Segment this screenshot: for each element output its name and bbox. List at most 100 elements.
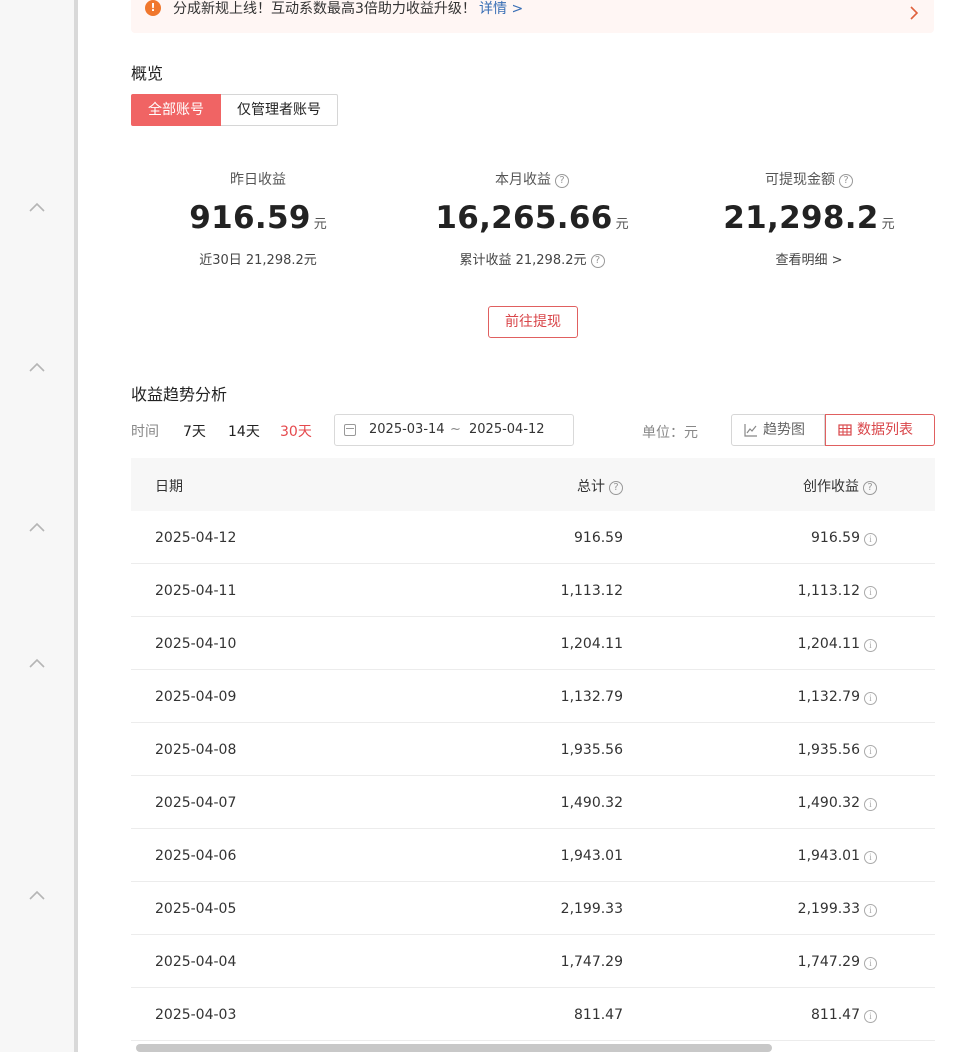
info-icon[interactable]: i <box>864 957 877 970</box>
stat-value: 21,298.2 <box>723 200 879 236</box>
cell-creation: 1,132.79 <box>797 689 860 705</box>
sidebar-divider <box>74 0 78 1052</box>
stat-sub: 近30日 21,298.2元 <box>199 253 317 268</box>
info-icon[interactable]: i <box>864 798 877 811</box>
cell-date: 2025-04-06 <box>155 848 237 864</box>
calendar-icon <box>344 424 356 436</box>
horizontal-scrollbar[interactable] <box>136 1044 772 1052</box>
stat-withdrawable: 可提现金额? 21,298.2 元 查看明细 > <box>679 170 939 270</box>
table-row: 2025-04-09 1,132.79 1,132.79 i <box>131 670 935 723</box>
cell-creation: 916.59 <box>811 530 860 546</box>
overview-title: 概览 <box>131 64 164 83</box>
stat-unit: 元 <box>615 217 629 232</box>
table-row: 2025-04-10 1,204.11 1,204.11 i <box>131 617 935 670</box>
chevron-up-icon[interactable] <box>28 200 46 214</box>
stat-this-month: 本月收益? 16,265.66 元 累计收益 21,298.2元? <box>402 170 662 270</box>
cell-creation: 811.47 <box>811 1007 860 1023</box>
notice-message: 分成新规上线！互动系数最高3倍助力收益升级！ <box>173 1 476 17</box>
cell-total: 2,199.33 <box>560 901 623 917</box>
header-creation: 创作收益 <box>803 479 859 495</box>
table-header: 日期 总计? 创作收益? <box>131 458 935 511</box>
chevron-up-icon[interactable] <box>28 656 46 670</box>
info-icon[interactable]: i <box>864 586 877 599</box>
info-icon[interactable]: i <box>864 851 877 864</box>
table-row: 2025-04-08 1,935.56 1,935.56 i <box>131 723 935 776</box>
cell-date: 2025-04-10 <box>155 636 237 652</box>
earnings-table: 日期 总计? 创作收益? 2025-04-12 916.59 916.59 i 2025… <box>131 458 935 1041</box>
table-icon <box>838 424 852 436</box>
data-list-label: 数据列表 <box>857 422 913 438</box>
trend-title: 收益趋势分析 <box>131 385 228 404</box>
help-icon[interactable]: ? <box>863 481 877 495</box>
line-chart-icon <box>744 424 757 437</box>
stat-label: 本月收益 <box>495 172 551 188</box>
cell-total: 1,935.56 <box>560 742 623 758</box>
cell-total: 1,204.11 <box>560 636 623 652</box>
range-14-days[interactable]: 14天 <box>228 421 260 441</box>
cell-total: 1,113.12 <box>560 583 623 599</box>
stat-unit: 元 <box>881 217 895 232</box>
cell-creation: 1,935.56 <box>797 742 860 758</box>
trend-filters: 时间 7天 14天 30天 2025-03-14 ~ 2025-04-12 单位… <box>131 414 935 446</box>
table-row: 2025-04-06 1,943.01 1,943.01 i <box>131 829 935 882</box>
stat-value: 16,265.66 <box>435 200 613 236</box>
time-label: 时间 <box>131 424 159 440</box>
cell-date: 2025-04-03 <box>155 1007 237 1023</box>
range-30-days[interactable]: 30天 <box>280 421 312 441</box>
date-separator: ~ <box>450 422 461 437</box>
cell-date: 2025-04-12 <box>155 530 237 546</box>
chevron-right-icon[interactable] <box>908 2 920 22</box>
stat-value: 916.59 <box>189 200 311 236</box>
cell-creation: 2,199.33 <box>797 901 860 917</box>
cell-date: 2025-04-11 <box>155 583 237 599</box>
table-row: 2025-04-12 916.59 916.59 i <box>131 511 935 564</box>
cell-total: 1,490.32 <box>560 795 623 811</box>
date-end[interactable]: 2025-04-12 <box>469 422 545 437</box>
cell-creation: 1,747.29 <box>797 954 860 970</box>
cell-date: 2025-04-05 <box>155 901 237 917</box>
help-icon[interactable]: ? <box>555 174 569 188</box>
table-row: 2025-04-11 1,113.12 1,113.12 i <box>131 564 935 617</box>
chevron-up-icon[interactable] <box>28 888 46 902</box>
notice-banner[interactable]: ! 分成新规上线！互动系数最高3倍助力收益升级！ 详情 > <box>131 0 934 33</box>
warning-icon: ! <box>145 0 161 16</box>
withdraw-button[interactable]: 前往提现 <box>488 306 578 338</box>
info-icon[interactable]: i <box>864 533 877 546</box>
trend-chart-label: 趋势图 <box>763 422 805 438</box>
help-icon[interactable]: ? <box>590 254 605 268</box>
help-icon[interactable]: ? <box>609 481 623 495</box>
table-row: 2025-04-03 811.47 811.47 i <box>131 988 935 1041</box>
chevron-up-icon[interactable] <box>28 520 46 534</box>
left-sidebar <box>0 0 74 1052</box>
stat-yesterday: 昨日收益 916.59 元 近30日 21,298.2元 <box>128 170 388 270</box>
data-list-button[interactable]: 数据列表 <box>825 414 935 446</box>
cell-date: 2025-04-04 <box>155 954 237 970</box>
trend-chart-button[interactable]: 趋势图 <box>731 414 825 446</box>
help-icon[interactable]: ? <box>839 174 853 188</box>
view-details-link[interactable]: 查看明细 > <box>679 252 939 270</box>
stat-label: 可提现金额 <box>765 172 835 188</box>
notice-detail-link[interactable]: 详情 > <box>479 0 523 18</box>
account-tabs: 全部账号 仅管理者账号 <box>131 94 338 126</box>
cell-total: 1,747.29 <box>560 954 623 970</box>
tab-all-accounts[interactable]: 全部账号 <box>131 94 221 126</box>
cell-date: 2025-04-07 <box>155 795 237 811</box>
table-row: 2025-04-07 1,490.32 1,490.32 i <box>131 776 935 829</box>
cell-creation: 1,204.11 <box>797 636 860 652</box>
header-total: 总计 <box>577 479 605 495</box>
range-7-days[interactable]: 7天 <box>183 421 206 441</box>
info-icon[interactable]: i <box>864 692 877 705</box>
cell-creation: 1,490.32 <box>797 795 860 811</box>
stat-unit: 元 <box>313 217 327 232</box>
table-row: 2025-04-05 2,199.33 2,199.33 i <box>131 882 935 935</box>
info-icon[interactable]: i <box>864 904 877 917</box>
header-date: 日期 <box>155 479 183 495</box>
info-icon[interactable]: i <box>864 1010 877 1023</box>
info-icon[interactable]: i <box>864 745 877 758</box>
date-range-picker[interactable]: 2025-03-14 ~ 2025-04-12 <box>334 414 574 446</box>
date-start[interactable]: 2025-03-14 <box>369 422 445 437</box>
cell-total: 916.59 <box>574 530 623 546</box>
chevron-up-icon[interactable] <box>28 360 46 374</box>
tab-manager-accounts[interactable]: 仅管理者账号 <box>221 94 338 126</box>
info-icon[interactable]: i <box>864 639 877 652</box>
